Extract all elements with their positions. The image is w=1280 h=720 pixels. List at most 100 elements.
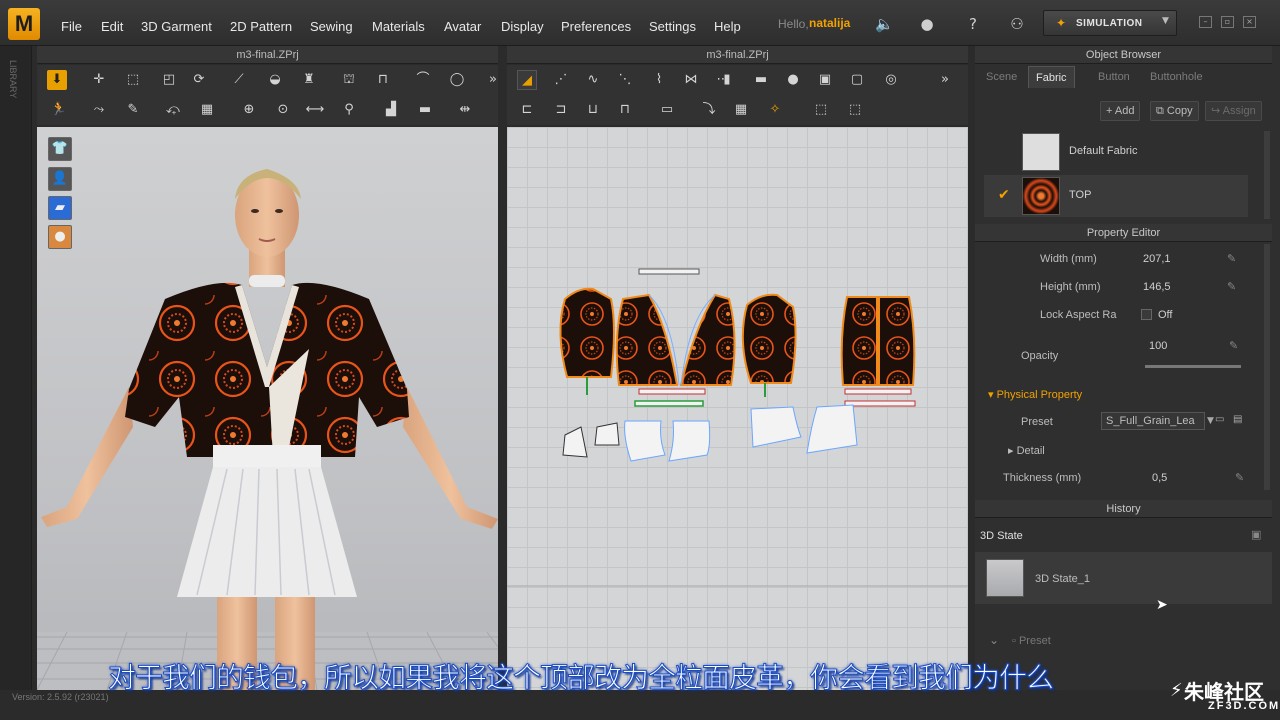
tab-buttonhole[interactable]: Buttonhole <box>1143 66 1210 88</box>
free-sewing-icon[interactable]: ⊐ <box>551 100 571 120</box>
edit-texture-icon[interactable]: ⤵ <box>699 100 719 120</box>
iron-icon[interactable]: ▬ <box>415 100 435 120</box>
cut-icon[interactable]: ⋈ <box>681 70 701 90</box>
texture-2d-icon[interactable]: ▦ <box>731 100 751 120</box>
opacity-field[interactable]: 100 <box>1149 340 1167 352</box>
tape-icon[interactable]: ⌒ <box>413 70 433 90</box>
minimize-button[interactable]: – <box>1199 16 1212 28</box>
menu-help[interactable]: Help <box>714 19 741 34</box>
help-icon[interactable]: ? <box>964 15 982 33</box>
line-icon[interactable]: ⟷ <box>305 100 325 120</box>
simulation-button[interactable]: ✦ SIMULATION ▼ <box>1043 10 1177 36</box>
select-move-icon[interactable]: ⬇ <box>47 70 67 90</box>
button-icon[interactable]: ⊙ <box>273 100 293 120</box>
add-point-icon[interactable]: ⋱ <box>615 70 635 90</box>
preset-select[interactable]: S_Full_Grain_Lea <box>1101 412 1205 430</box>
pattern-back[interactable] <box>840 296 916 386</box>
show-texture-icon[interactable]: ▰ <box>48 196 72 220</box>
brush-icon[interactable]: ✎ <box>123 100 143 120</box>
user-icon[interactable]: ● <box>918 15 936 33</box>
height-field[interactable]: 146,5 <box>1143 281 1171 293</box>
button-add-icon[interactable]: ⊕ <box>239 100 259 120</box>
menu-2d-pattern[interactable]: 2D Pattern <box>230 19 292 34</box>
select-internal-icon[interactable]: ⬚ <box>811 100 831 120</box>
menu-sewing[interactable]: Sewing <box>310 19 353 34</box>
internal-rectangle-icon[interactable]: ▢ <box>847 70 867 90</box>
pattern-front-left[interactable] <box>615 293 679 386</box>
menu-avatar[interactable]: Avatar <box>444 19 481 34</box>
pants-icon[interactable]: ⊓ <box>373 70 393 90</box>
pattern-front-right[interactable] <box>679 293 736 386</box>
pin-icon[interactable]: ⟋ <box>229 70 249 90</box>
library-strip[interactable]: LIBRARY <box>0 46 32 690</box>
user-name[interactable]: natalija <box>809 16 850 30</box>
edit-point-icon[interactable]: ⋰ <box>551 70 571 90</box>
fabric-item-top[interactable]: ✔ TOP <box>984 175 1248 217</box>
show-avatar-icon[interactable]: 👤 <box>48 167 72 191</box>
garment-icon[interactable]: ♜ <box>299 70 319 90</box>
trim-icon[interactable]: ▟ <box>381 100 401 120</box>
detail-header[interactable]: ▸ Detail <box>1008 444 1045 457</box>
more-tools-icon[interactable]: » <box>483 70 503 90</box>
menu-settings[interactable]: Settings <box>649 19 696 34</box>
tab-scene[interactable]: Scene <box>979 66 1024 88</box>
copy-fabric-button[interactable]: ⧉ Copy <box>1150 101 1199 121</box>
edit-curve-icon[interactable]: ∿ <box>583 70 603 90</box>
fabric-list-scrollbar[interactable] <box>1264 131 1270 219</box>
transform-icon[interactable]: ◰ <box>159 70 179 90</box>
maximize-button[interactable]: ▫ <box>1221 16 1234 28</box>
menu-edit[interactable]: Edit <box>101 19 123 34</box>
rectangle-fill-icon[interactable]: ▮ <box>717 70 737 90</box>
property-scrollbar[interactable] <box>1264 244 1270 490</box>
n-sewing-icon[interactable]: ⊔ <box>583 100 603 120</box>
pattern-skirt-pieces[interactable] <box>562 404 858 462</box>
lock-aspect-checkbox[interactable] <box>1141 309 1152 320</box>
chevron-down-icon[interactable]: ▼ <box>1162 16 1169 26</box>
transform-pattern-icon[interactable]: ✛ <box>89 70 109 90</box>
zipper-icon[interactable]: ⚲ <box>339 100 359 120</box>
edit-pen-icon[interactable]: ✎ <box>1227 280 1236 293</box>
annotation-icon[interactable]: ⬚ <box>845 100 865 120</box>
curve-point-icon[interactable]: ⌇ <box>649 70 669 90</box>
tab-button[interactable]: Button <box>1091 66 1137 88</box>
chevron-down-icon[interactable]: ⌄ <box>989 633 999 647</box>
rotate-icon[interactable]: ⟳ <box>189 70 209 90</box>
thickness-field[interactable]: 0,5 <box>1152 472 1167 484</box>
circle-icon[interactable]: ● <box>783 70 803 90</box>
tab-fabric[interactable]: Fabric <box>1028 66 1075 88</box>
close-button[interactable]: × <box>1243 16 1256 28</box>
fold-arrangement-icon[interactable]: ▭ <box>657 100 677 120</box>
texture-icon[interactable]: ▦ <box>197 100 217 120</box>
menu-3d-garment[interactable]: 3D Garment <box>141 19 212 34</box>
measure-icon[interactable]: ◯ <box>447 70 467 90</box>
menu-materials[interactable]: Materials <box>372 19 425 34</box>
more-2d-tools-icon[interactable]: » <box>935 70 955 90</box>
assign-fabric-button[interactable]: ↪ Assign <box>1205 101 1262 121</box>
internal-circle-icon[interactable]: ◎ <box>881 70 901 90</box>
viewport-3d[interactable]: 👕 👤 ▰ ● <box>37 127 498 690</box>
tack-icon[interactable]: ⇹ <box>455 100 475 120</box>
save-preset-icon[interactable]: ▭ <box>1215 414 1224 425</box>
add-fabric-button[interactable]: + Add <box>1100 101 1141 121</box>
edit-pattern-icon[interactable]: ◢ <box>517 70 537 90</box>
width-field[interactable]: 207,1 <box>1143 253 1171 265</box>
menu-preferences[interactable]: Preferences <box>561 19 631 34</box>
pattern-sleeve-left[interactable] <box>559 287 615 378</box>
speaker-icon[interactable]: 🔈 <box>875 15 894 33</box>
shirt-icon[interactable]: ⛫ <box>339 70 359 90</box>
show-skin-icon[interactable]: ● <box>48 225 72 249</box>
check-sewing-icon[interactable]: ⊓ <box>615 100 635 120</box>
select-box-icon[interactable]: ⬚ <box>123 70 143 90</box>
history-state-item[interactable]: 3D State_1 <box>975 552 1272 604</box>
stitch-icon[interactable]: ⤳ <box>89 100 109 120</box>
rectangle-icon[interactable]: ▬ <box>751 70 771 90</box>
menu-display[interactable]: Display <box>501 19 544 34</box>
segment-sewing-icon[interactable]: ⊏ <box>517 100 537 120</box>
load-preset-icon[interactable]: ▤ <box>1233 414 1242 425</box>
internal-polygon-icon[interactable]: ▣ <box>815 70 835 90</box>
viewport-2d[interactable] <box>507 127 968 690</box>
puff-icon[interactable]: ⤽ <box>163 100 183 120</box>
camera-icon[interactable]: ▣ <box>1251 528 1261 541</box>
pattern-sleeve-right[interactable] <box>741 293 797 384</box>
opacity-slider[interactable] <box>1145 365 1241 368</box>
